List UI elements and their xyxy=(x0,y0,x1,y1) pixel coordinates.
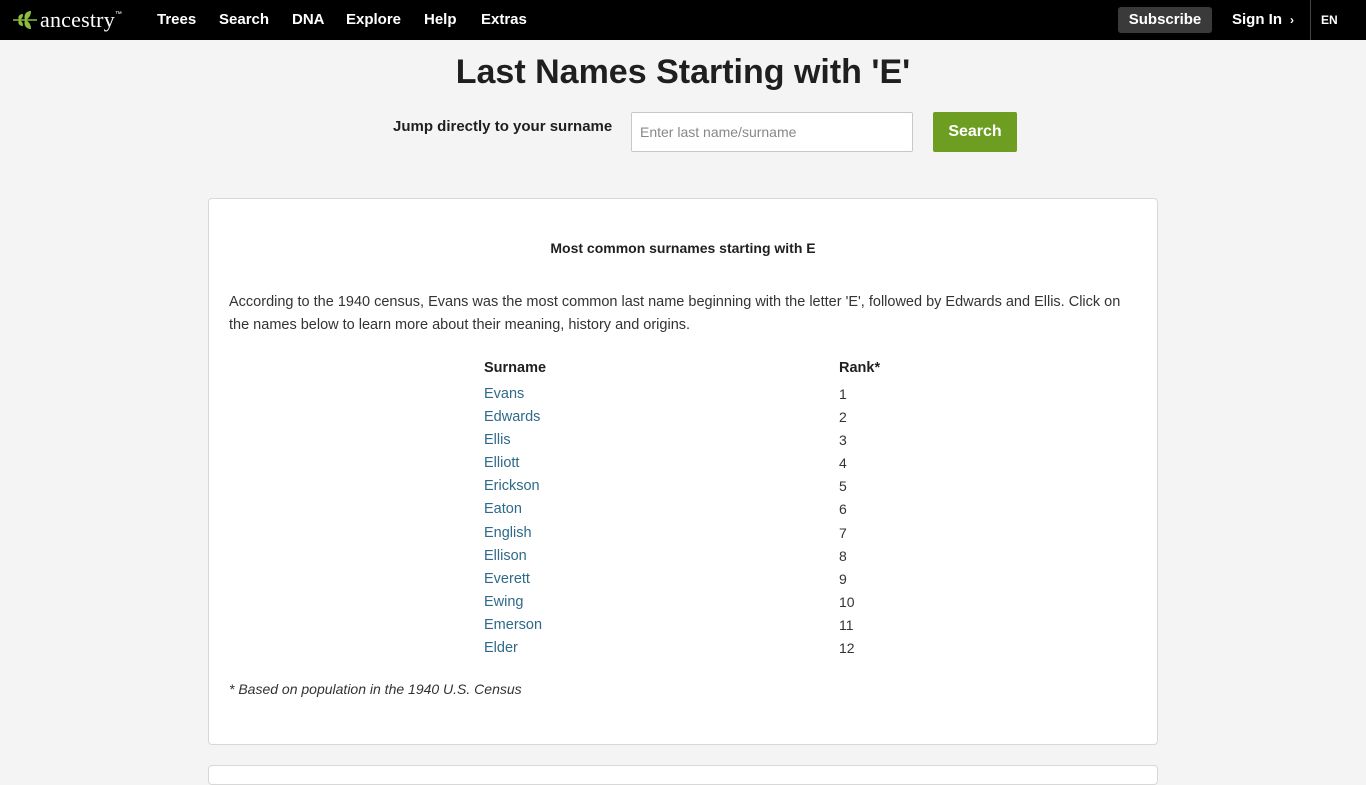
surname-link[interactable]: Edwards xyxy=(484,406,540,429)
jump-label: Jump directly to your surname xyxy=(393,118,613,135)
surname-link[interactable]: Ellis xyxy=(484,429,511,452)
surname-rank: 10 xyxy=(839,593,855,610)
table-row: Elder 12 xyxy=(209,637,1157,660)
surname-link[interactable]: Ewing xyxy=(484,591,524,614)
surname-rank: 7 xyxy=(839,524,847,541)
surname-rank: 1 xyxy=(839,386,847,402)
table-row: Edwards 2 xyxy=(209,406,1157,429)
surname-rank: 9 xyxy=(839,570,847,587)
surname-rank: 11 xyxy=(839,616,854,633)
sign-in-link[interactable]: Sign In › xyxy=(1232,0,1294,40)
surname-rank: 3 xyxy=(839,432,847,449)
surname-link[interactable]: Everett xyxy=(484,568,530,591)
surname-link[interactable]: English xyxy=(484,522,532,545)
table-row: Erickson 5 xyxy=(209,475,1157,498)
table-row: Ellison 8 xyxy=(209,545,1157,568)
surname-search-input[interactable] xyxy=(631,112,913,152)
surname-link[interactable]: Erickson xyxy=(484,475,540,498)
sign-in-label: Sign In xyxy=(1232,11,1282,28)
surname-link[interactable]: Ellison xyxy=(484,545,527,568)
nav-help[interactable]: Help xyxy=(424,0,457,40)
next-card xyxy=(208,765,1158,785)
column-header-surname: Surname xyxy=(484,360,547,376)
surname-link[interactable]: Evans xyxy=(484,383,524,406)
nav-dna[interactable]: DNA xyxy=(292,0,325,40)
surname-rank: 2 xyxy=(839,409,847,426)
surname-rank: 6 xyxy=(839,501,847,518)
ancestry-logo[interactable]: ancestry ™ xyxy=(12,7,122,33)
table-row: Everett 9 xyxy=(209,568,1157,591)
logo-trademark: ™ xyxy=(114,11,122,18)
nav-explore[interactable]: Explore xyxy=(346,0,401,40)
surname-rank: 8 xyxy=(839,547,847,564)
table-row: Eaton 6 xyxy=(209,498,1157,521)
footnote: * Based on population in the 1940 U.S. C… xyxy=(229,681,522,697)
surname-rank: 4 xyxy=(839,455,847,472)
chevron-right-icon: › xyxy=(1290,13,1294,27)
surname-rank: 5 xyxy=(839,478,847,495)
intro-paragraph: According to the 1940 census, Evans was … xyxy=(229,294,1121,333)
table-row: English 7 xyxy=(209,522,1157,545)
language-selector[interactable]: EN xyxy=(1321,0,1338,40)
table-row: Emerson 11 xyxy=(209,614,1157,637)
surname-link[interactable]: Elliott xyxy=(484,452,519,475)
table-row: Elliott 4 xyxy=(209,452,1157,475)
table-row: Evans 1 xyxy=(209,383,1157,406)
nav-trees[interactable]: Trees xyxy=(157,0,196,40)
top-nav: ancestry ™ Trees Search DNA Explore Help… xyxy=(0,0,1366,40)
search-button[interactable]: Search xyxy=(933,112,1017,152)
subscribe-button[interactable]: Subscribe xyxy=(1118,7,1212,33)
surname-link[interactable]: Eaton xyxy=(484,498,522,521)
table-row: Ewing 10 xyxy=(209,591,1157,614)
leaf-logo-icon xyxy=(13,11,37,29)
logo-wordmark: ancestry xyxy=(40,7,115,32)
surname-link[interactable]: Elder xyxy=(484,637,518,660)
column-header-rank: Rank* xyxy=(839,360,881,376)
surnames-card: Most common surnames starting with E Acc… xyxy=(208,198,1158,745)
nav-search[interactable]: Search xyxy=(219,0,269,40)
table-row: Ellis 3 xyxy=(209,429,1157,452)
page-title: Last Names Starting with 'E' xyxy=(455,53,911,91)
nav-divider xyxy=(1310,0,1311,40)
card-heading: Most common surnames starting with E xyxy=(550,240,816,256)
surname-rank: 12 xyxy=(839,640,855,657)
nav-extras[interactable]: Extras xyxy=(481,0,527,40)
surname-link[interactable]: Emerson xyxy=(484,614,542,637)
surname-table: Evans 1 Edwards 2 Ellis 3 Elliott 4 Erickson 5 Eat… xyxy=(209,383,1157,660)
